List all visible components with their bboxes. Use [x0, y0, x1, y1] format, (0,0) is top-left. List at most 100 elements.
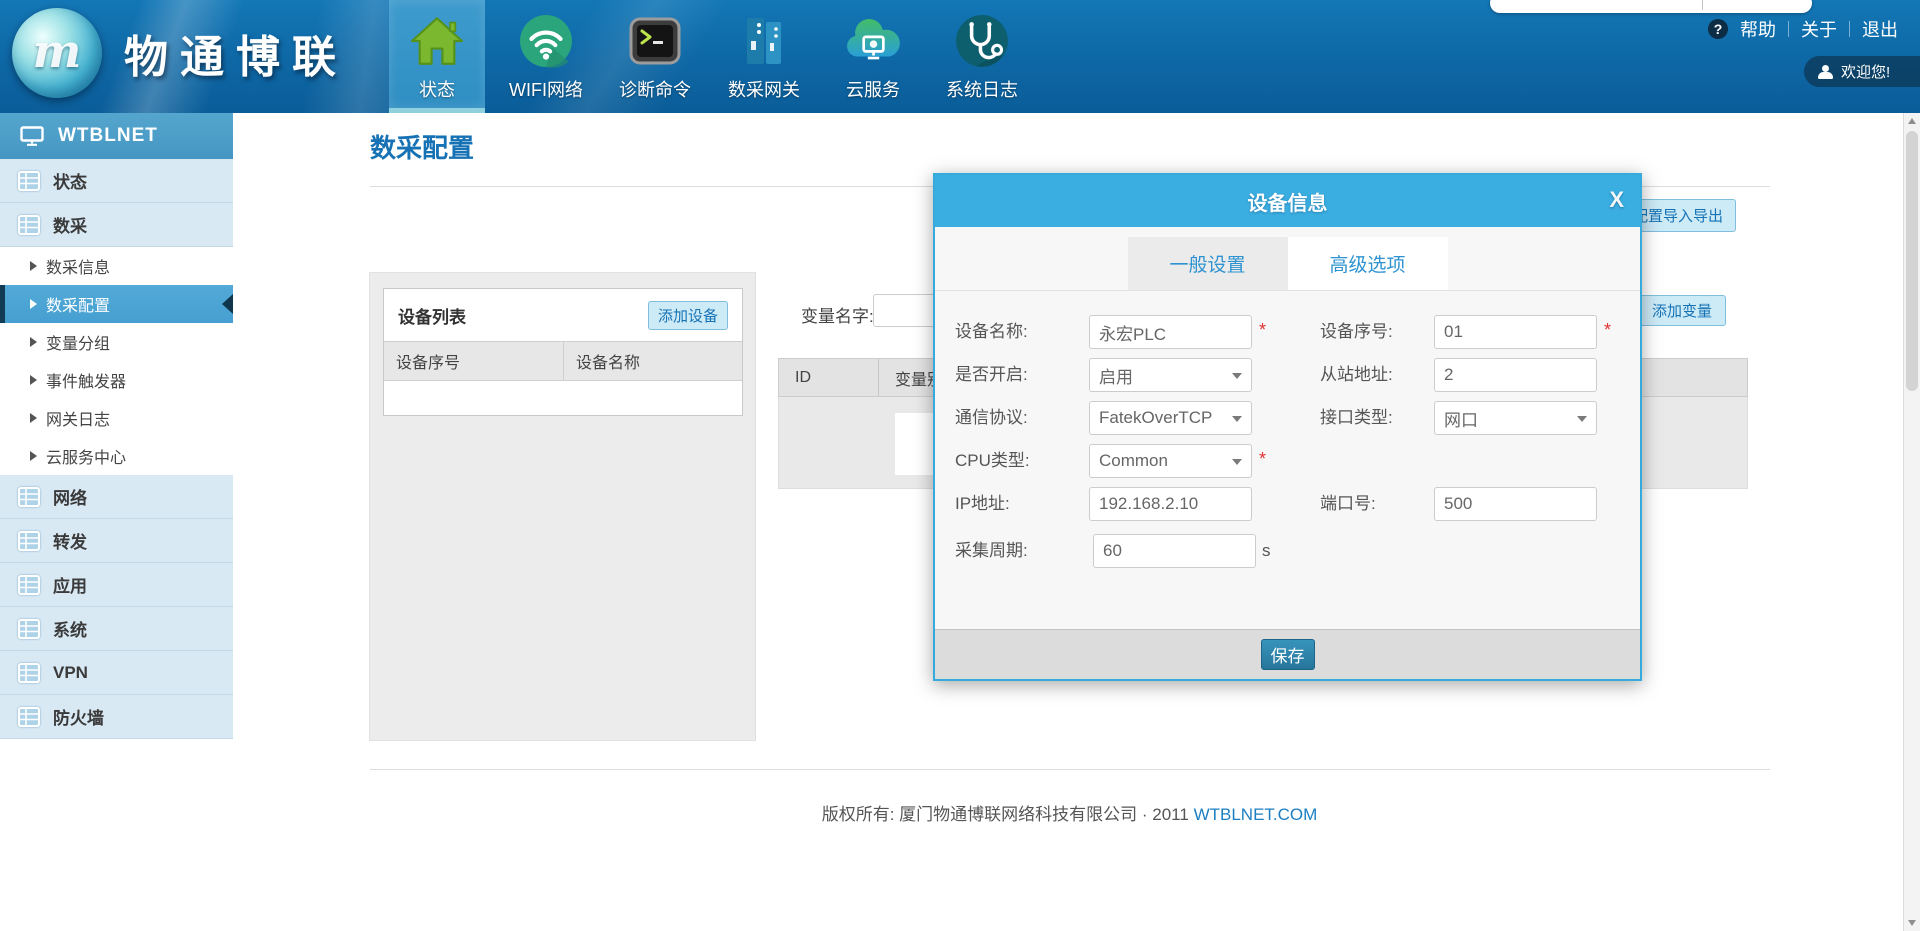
current-item-arrow-icon: [222, 294, 233, 314]
device-list-panel: 设备列表 添加设备 设备序号 设备名称: [383, 288, 743, 416]
ip-address-input[interactable]: [1089, 487, 1252, 521]
enable-select[interactable]: 启用: [1089, 358, 1252, 392]
wtblnet-link[interactable]: WTBLNET.COM: [1194, 805, 1318, 824]
grid-icon: [18, 171, 40, 191]
nav-item-cloud-service[interactable]: 云服务: [825, 0, 921, 113]
sidebar-item-firewall[interactable]: 防火墙: [0, 695, 233, 739]
help-icon: ?: [1708, 19, 1728, 39]
search-input[interactable]: [1490, 0, 1812, 13]
add-device-button[interactable]: 添加设备: [648, 301, 728, 330]
sidebar-item-gateway-log[interactable]: 网关日志: [0, 399, 233, 437]
modal-title: 设备信息: [1248, 187, 1328, 216]
save-button[interactable]: 保存: [1261, 639, 1315, 670]
grid-icon: [18, 531, 40, 551]
sidebar-item-vpn[interactable]: VPN: [0, 651, 233, 695]
top-navbar: m 物通博联 状态: [0, 0, 1920, 113]
sidebar-item-da-info[interactable]: 数采信息: [0, 247, 233, 285]
sidebar-item-system[interactable]: 系统: [0, 607, 233, 651]
brand-logo: m 物通博联: [12, 8, 348, 98]
port-input[interactable]: [1434, 487, 1597, 521]
device-name-input[interactable]: [1089, 315, 1252, 349]
chevron-down-icon: [1232, 416, 1242, 422]
app-window: m 物通博联 状态: [0, 0, 1920, 931]
gateway-device-icon: [738, 12, 790, 70]
scroll-up-icon[interactable]: [1908, 118, 1916, 124]
welcome-text: 欢迎您!: [1841, 61, 1890, 82]
sidebar-title: WTBLNET: [58, 125, 158, 147]
sidebar-item-network[interactable]: 网络: [0, 475, 233, 519]
cloud-icon: [844, 12, 902, 70]
sidebar: WTBLNET 状态 数采 数采信息 数采: [0, 113, 233, 931]
scroll-down-icon[interactable]: [1908, 920, 1916, 926]
required-marker: *: [1259, 315, 1266, 345]
nav-item-wifi-network[interactable]: WIFI网络: [498, 0, 594, 113]
slave-address-input[interactable]: [1434, 358, 1597, 392]
interface-type-select[interactable]: 网口: [1434, 401, 1597, 435]
sidebar-item-variable-group[interactable]: 变量分组: [0, 323, 233, 361]
tab-general-settings[interactable]: 一般设置: [1128, 237, 1288, 290]
required-marker: *: [1259, 444, 1266, 474]
device-name-label: 设备名称:: [955, 315, 1028, 349]
required-marker: *: [1604, 315, 1611, 345]
sidebar-item-forwarding[interactable]: 转发: [0, 519, 233, 563]
footer: 版权所有: 厦门物通博联网络科技有限公司 · 2011 WTBLNET.COM: [369, 800, 1770, 825]
device-table-header: 设备序号 设备名称: [384, 341, 742, 381]
modal-footer: 保存: [935, 629, 1640, 679]
modal-titlebar: 设备信息 X: [935, 175, 1640, 227]
sidebar-item-event-trigger[interactable]: 事件触发器: [0, 361, 233, 399]
device-list-header: 设备列表 添加设备: [384, 289, 742, 341]
port-label: 端口号:: [1320, 487, 1376, 521]
grid-icon: [18, 619, 40, 639]
sidebar-item-application[interactable]: 应用: [0, 563, 233, 607]
terminal-icon: [629, 12, 681, 70]
vertical-scrollbar[interactable]: [1903, 113, 1920, 931]
grid-icon: [18, 707, 40, 727]
close-icon[interactable]: X: [1609, 187, 1624, 213]
grid-icon: [18, 487, 40, 507]
add-variable-button[interactable]: 添加变量: [1638, 295, 1726, 326]
wifi-icon: [519, 12, 573, 70]
grid-icon: [18, 575, 40, 595]
nav-item-diagnostic-commands[interactable]: 诊断命令: [607, 0, 703, 113]
top-nav-menu: 状态 WIFI网络: [389, 0, 1043, 113]
caret-right-icon: [30, 413, 37, 423]
device-no-label: 设备序号:: [1320, 315, 1393, 349]
device-info-modal: 设备信息 X 一般设置 高级选项 设备名称: * 设备序号: * 是否开启: 启…: [933, 173, 1642, 681]
device-table-empty-row: [384, 381, 742, 413]
sidebar-item-cloud-service-center[interactable]: 云服务中心: [0, 437, 233, 475]
column-header-id: ID: [779, 359, 879, 396]
tab-advanced-options[interactable]: 高级选项: [1288, 237, 1448, 290]
column-header-device-name: 设备名称: [564, 349, 640, 373]
chevron-down-icon: [1577, 416, 1587, 422]
caret-right-icon: [30, 299, 37, 309]
monitor-icon: [20, 126, 44, 146]
divider: [1788, 21, 1789, 37]
protocol-select[interactable]: FatekOverTCP: [1089, 401, 1252, 435]
caret-right-icon: [30, 451, 37, 461]
nav-item-data-gateway[interactable]: 数采网关: [716, 0, 812, 113]
column-header-device-no: 设备序号: [384, 342, 564, 380]
help-link[interactable]: 帮助: [1740, 16, 1776, 42]
sidebar-item-da-config[interactable]: 数采配置: [0, 285, 233, 323]
user-icon: [1818, 65, 1833, 79]
grid-icon: [18, 215, 40, 235]
poll-period-input[interactable]: [1093, 534, 1256, 568]
sidebar-header: WTBLNET: [0, 113, 233, 159]
utility-links: ? 帮助 关于 退出: [1708, 16, 1898, 42]
page-title: 数采配置: [370, 128, 474, 165]
caret-right-icon: [30, 261, 37, 271]
scrollbar-thumb[interactable]: [1906, 131, 1918, 391]
logout-link[interactable]: 退出: [1862, 16, 1898, 42]
sidebar-item-status[interactable]: 状态: [0, 159, 233, 203]
nav-item-system-log[interactable]: 系统日志: [934, 0, 1030, 113]
sidebar-item-data-acquisition[interactable]: 数采: [0, 203, 233, 247]
divider: [370, 769, 1770, 770]
welcome-badge[interactable]: 欢迎您!: [1804, 56, 1920, 87]
seconds-suffix: s: [1262, 534, 1271, 568]
device-no-input[interactable]: [1434, 315, 1597, 349]
poll-period-label: 采集周期:: [955, 534, 1028, 568]
cpu-type-select[interactable]: Common: [1089, 444, 1252, 478]
caret-right-icon: [30, 375, 37, 385]
about-link[interactable]: 关于: [1801, 16, 1837, 42]
nav-item-status[interactable]: 状态: [389, 0, 485, 113]
